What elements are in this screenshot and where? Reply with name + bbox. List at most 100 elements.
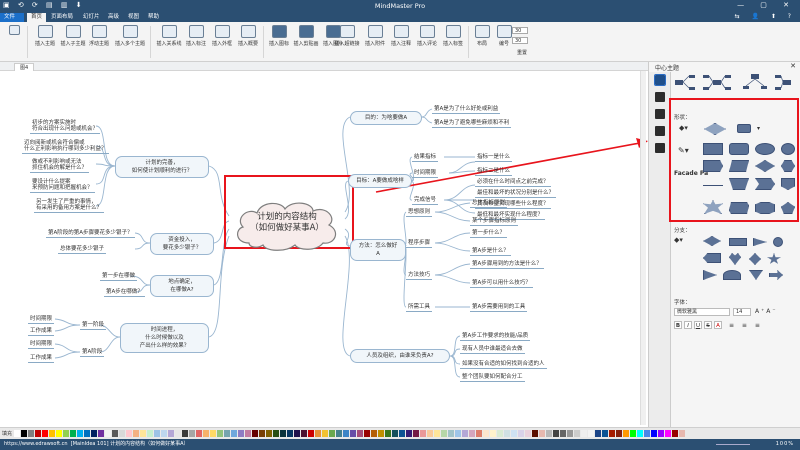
color-swatch[interactable] <box>161 430 167 437</box>
color-swatch[interactable] <box>329 430 335 437</box>
branch-style-down-triangle[interactable] <box>749 270 763 280</box>
list-item[interactable]: 完成信号 <box>412 195 439 205</box>
mindmap-canvas[interactable]: 计划的内容结构 （如何做好某事A） 目的：为啥要做A 目标：A要做成啥样 方法：… <box>0 71 648 427</box>
color-swatch[interactable] <box>651 430 657 437</box>
shape-option-tag[interactable] <box>729 202 749 214</box>
color-swatch[interactable] <box>147 430 153 437</box>
color-swatch[interactable] <box>595 430 601 437</box>
tab-slides[interactable]: 幻灯片 <box>79 13 104 22</box>
underline-button[interactable]: U <box>694 321 702 329</box>
branch-budget[interactable]: 资金投入， 要花多少银子？ <box>150 233 214 255</box>
color-swatch[interactable] <box>658 430 664 437</box>
shape-option-octagon[interactable] <box>755 202 775 214</box>
color-swatch[interactable] <box>497 430 503 437</box>
account-icon[interactable]: ⇆ 👤 ⬆ ? <box>735 13 796 20</box>
insert-attachment-button[interactable]: 插入附件 <box>362 25 388 47</box>
color-swatch[interactable] <box>378 430 384 437</box>
layout-button[interactable]: 布局 <box>472 25 492 47</box>
color-swatch[interactable] <box>469 430 475 437</box>
branch-fill-icon[interactable]: ◆▾ <box>674 236 683 244</box>
branch-timeline[interactable]: 时间进程， 什么时候做以及 产出什么样的效果？ <box>120 323 209 353</box>
color-swatch[interactable] <box>665 430 671 437</box>
list-item[interactable]: 初步的方案实施时 符合出现什么问题或机会？ <box>30 120 101 134</box>
font-family-select[interactable]: 微软雅黑 <box>674 308 730 316</box>
tab-page-layout[interactable]: 页面布局 <box>47 13 77 22</box>
color-swatch[interactable] <box>672 430 678 437</box>
tab-home[interactable]: 首页 <box>27 13 47 22</box>
color-swatch[interactable] <box>490 430 496 437</box>
color-swatch[interactable] <box>21 430 27 437</box>
color-swatch[interactable] <box>602 430 608 437</box>
spacing-spinner-2[interactable]: 30 <box>512 37 528 44</box>
list-item[interactable]: 程序步骤 <box>406 238 433 248</box>
list-item[interactable]: 第A阶段的第A步骤要花多少银子？ <box>46 228 135 238</box>
reset-button[interactable]: 重置 <box>512 49 532 56</box>
color-swatch[interactable] <box>560 430 566 437</box>
list-item[interactable]: 整个团队要如何配合分工 <box>460 372 525 382</box>
list-item[interactable]: 第A步在哪做？ <box>104 287 145 297</box>
color-swatch[interactable] <box>623 430 629 437</box>
color-swatch[interactable] <box>259 430 265 437</box>
italic-button[interactable]: I <box>684 321 692 329</box>
list-item[interactable]: 时间期限 <box>28 339 55 349</box>
color-swatch[interactable] <box>224 430 230 437</box>
color-swatch[interactable] <box>574 430 580 437</box>
branch-style-circle[interactable] <box>773 237 783 247</box>
color-swatch[interactable] <box>28 430 34 437</box>
color-swatch[interactable] <box>420 430 426 437</box>
color-swatch[interactable] <box>210 430 216 437</box>
color-swatch[interactable] <box>567 430 573 437</box>
color-swatch[interactable] <box>42 430 48 437</box>
branch-plan-improvement[interactable]: 计划的完善， 如何使计划顺利的进行？ <box>115 156 209 178</box>
zoom-slider[interactable] <box>716 444 750 445</box>
home-tab-icon[interactable] <box>655 126 665 136</box>
vertical-scrollbar[interactable] <box>640 71 646 425</box>
list-item[interactable]: 第一阶段 <box>80 320 107 330</box>
branch-style-rhombus[interactable] <box>749 253 761 265</box>
list-item[interactable]: 指标一是什么 <box>475 152 513 162</box>
spacing-spinner-1[interactable]: 30 <box>512 27 528 34</box>
insert-topic-button[interactable]: 插入主题 <box>30 25 60 47</box>
tab-file[interactable]: 文件 <box>0 13 24 22</box>
list-item[interactable]: 第一步什么？ <box>470 228 508 238</box>
color-swatch[interactable] <box>448 430 454 437</box>
document-tab[interactable]: 图4 <box>14 63 35 71</box>
color-swatch[interactable] <box>63 430 69 437</box>
color-swatch[interactable] <box>49 430 55 437</box>
list-item[interactable]: 另一发生了严重的事情， 有采用的备用方案是什么？ <box>34 199 105 213</box>
color-swatch[interactable] <box>203 430 209 437</box>
chevron-down-icon[interactable]: ▾ <box>757 125 760 132</box>
color-swatch[interactable] <box>441 430 447 437</box>
insert-subtopic-button[interactable]: 插入子主题 <box>58 25 88 47</box>
branch-location[interactable]: 地点确定， 在哪做A? <box>150 275 214 297</box>
bold-button[interactable]: B <box>674 321 682 329</box>
color-swatch[interactable] <box>322 430 328 437</box>
color-swatch[interactable] <box>336 430 342 437</box>
insert-clipart-button[interactable]: 插入剪贴画 <box>292 25 320 47</box>
clipart-tab-icon[interactable] <box>655 143 665 153</box>
window-controls[interactable]: — ▢ ✕ <box>737 1 796 9</box>
insert-comment-button[interactable]: 插入评论 <box>414 25 440 47</box>
list-item[interactable]: 第一步在哪做 <box>100 271 138 281</box>
text-align-icon[interactable]: ≡ ≡ ≡ <box>729 322 763 329</box>
color-swatch[interactable] <box>217 430 223 437</box>
color-swatch[interactable] <box>301 430 307 437</box>
border-color-icon[interactable]: ✎▾ <box>678 146 689 155</box>
list-item[interactable]: 如果没有合适的如何找到合适的人 <box>460 359 547 369</box>
list-item[interactable]: 工作成果 <box>28 353 55 363</box>
list-item[interactable]: 现有人员中谁最适合去做 <box>460 344 525 354</box>
color-swatch[interactable] <box>588 430 594 437</box>
color-swatch[interactable] <box>126 430 132 437</box>
list-item[interactable]: 总体指标原则 <box>470 198 508 208</box>
color-swatch[interactable] <box>168 430 174 437</box>
color-swatch[interactable] <box>462 430 468 437</box>
color-swatch[interactable] <box>504 430 510 437</box>
list-item[interactable]: 方法技巧 <box>406 270 433 280</box>
color-swatch[interactable] <box>406 430 412 437</box>
branch-style-dome[interactable] <box>723 270 741 280</box>
color-swatch[interactable] <box>476 430 482 437</box>
color-swatches[interactable] <box>14 430 686 437</box>
color-swatch[interactable] <box>546 430 552 437</box>
list-item[interactable]: 某个步骤指标原则 <box>470 216 519 226</box>
color-swatch[interactable] <box>98 430 104 437</box>
